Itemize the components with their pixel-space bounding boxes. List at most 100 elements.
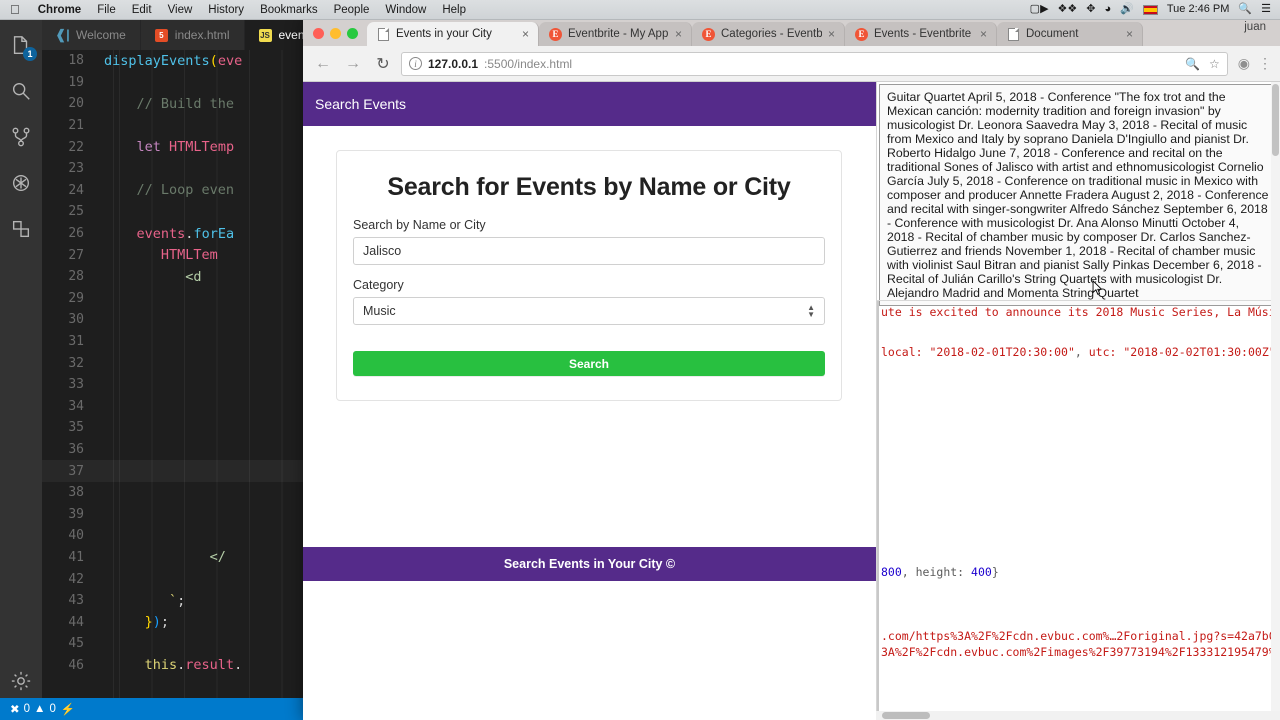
search-button[interactable]: Search bbox=[353, 351, 825, 376]
bookmark-star-icon[interactable]: ☆ bbox=[1209, 57, 1220, 71]
close-tab-icon[interactable]: × bbox=[675, 28, 682, 40]
line-number: 33 bbox=[68, 377, 84, 393]
forward-button[interactable]: → bbox=[341, 52, 365, 76]
chrome-tab-events-eventbrite-developer[interactable]: E Events - Eventbrite Developer × bbox=[845, 22, 997, 46]
url-path: :5500/index.html bbox=[484, 56, 573, 71]
screen-recording-icon[interactable]: ▢▶ bbox=[1030, 4, 1049, 15]
line-content: this.result. bbox=[144, 657, 243, 674]
close-tab-icon[interactable]: × bbox=[980, 28, 987, 40]
chrome-tab-label: Events - Eventbrite Developer bbox=[874, 28, 974, 40]
console-line: 800, height: 400} bbox=[881, 565, 999, 579]
close-window-button[interactable] bbox=[313, 28, 324, 39]
minimize-window-button[interactable] bbox=[330, 28, 341, 39]
line-content: </ bbox=[209, 549, 226, 566]
back-button[interactable]: ← bbox=[311, 52, 335, 76]
menu-item-view[interactable]: View bbox=[160, 4, 201, 16]
volume-icon[interactable]: 🔊 bbox=[1120, 4, 1134, 15]
line-number: 30 bbox=[68, 312, 84, 328]
url-host: 127.0.0.1 bbox=[428, 56, 479, 71]
eventbrite-icon: E bbox=[855, 27, 868, 41]
close-tab-icon[interactable]: × bbox=[522, 28, 529, 40]
dropbox-icon[interactable]: ❖❖ bbox=[1058, 4, 1078, 15]
console-line: .com/https%3A%2F%2Fcdn.evbuc.com%…2Forig… bbox=[881, 629, 1280, 643]
menu-item-window[interactable]: Window bbox=[377, 4, 434, 16]
notification-center-icon[interactable]: ☰ bbox=[1261, 4, 1271, 15]
chrome-tab-events-in-your-city[interactable]: Events in your City × bbox=[367, 22, 539, 46]
chrome-toolbar: ← → ↻ i 127.0.0.1:5500/index.html 🔍 ☆ ◉ … bbox=[303, 46, 1280, 82]
spanish-flag-icon[interactable] bbox=[1142, 4, 1158, 15]
line-content: let HTMLTemp bbox=[136, 139, 235, 156]
debug-icon[interactable] bbox=[8, 170, 34, 196]
vscode-tab-welcome[interactable]: ❰| Welcome bbox=[42, 20, 141, 50]
chrome-tab-document[interactable]: Document × bbox=[997, 22, 1143, 46]
line-content: `; bbox=[169, 592, 186, 609]
line-content: displayEvents(eve bbox=[104, 52, 243, 69]
search-icon[interactable] bbox=[8, 78, 34, 104]
line-number: 29 bbox=[68, 290, 84, 306]
close-tab-icon[interactable]: × bbox=[828, 28, 835, 40]
clock-time[interactable]: Tue 2:46 PM bbox=[1167, 4, 1230, 15]
close-tab-icon[interactable]: × bbox=[1126, 28, 1133, 40]
bluetooth-icon[interactable]: ✥ bbox=[1086, 4, 1095, 15]
problems-indicator[interactable]: ✖ 0 ▲ 0 bbox=[10, 702, 56, 716]
zoom-in-icon[interactable]: 🔍 bbox=[1185, 57, 1200, 71]
extension-icon[interactable]: ◉ bbox=[1238, 55, 1250, 72]
chrome-tab-label: Categories - Eventbrite Develo bbox=[721, 28, 822, 40]
wifi-icon[interactable]: ◕ bbox=[1104, 4, 1111, 15]
vertical-scrollbar[interactable] bbox=[1271, 82, 1280, 720]
console-line: 3A%2F%2Fcdn.evbuc.com%2Fimages%2F3977319… bbox=[881, 645, 1280, 659]
spotlight-search-icon[interactable]: 🔍 bbox=[1238, 4, 1252, 15]
scrollbar-thumb-horizontal[interactable] bbox=[882, 712, 930, 719]
category-select-wrapper: MusicBusiness & ProfessionalFood & Drink… bbox=[353, 297, 825, 325]
vscode-activity-bar: 1 bbox=[0, 20, 42, 720]
settings-gear-icon[interactable] bbox=[8, 668, 34, 694]
line-number: 22 bbox=[68, 139, 84, 155]
page-info-icon[interactable]: i bbox=[409, 57, 422, 70]
maximize-window-button[interactable] bbox=[347, 28, 358, 39]
menu-item-bookmarks[interactable]: Bookmarks bbox=[252, 4, 326, 16]
menu-item-edit[interactable]: Edit bbox=[124, 4, 160, 16]
address-bar[interactable]: i 127.0.0.1 :5500/index.html 🔍 ☆ bbox=[401, 51, 1228, 76]
source-control-icon[interactable] bbox=[8, 124, 34, 150]
console-output[interactable]: ute is excited to announce its 2018 Musi… bbox=[877, 300, 1280, 720]
line-number: 27 bbox=[68, 247, 84, 263]
page-title: Search for Events by Name or City bbox=[387, 173, 791, 201]
apple-logo-icon[interactable]:  bbox=[0, 3, 30, 16]
menu-item-help[interactable]: Help bbox=[434, 4, 474, 16]
menu-item-history[interactable]: History bbox=[200, 4, 252, 16]
document-icon bbox=[377, 27, 390, 41]
menu-item-people[interactable]: People bbox=[326, 4, 378, 16]
line-content: }); bbox=[144, 614, 170, 631]
line-number: 28 bbox=[68, 269, 84, 285]
scrollbar-thumb[interactable] bbox=[1272, 84, 1279, 156]
line-number: 19 bbox=[68, 74, 84, 90]
line-number: 21 bbox=[68, 118, 84, 134]
line-number: 20 bbox=[68, 96, 84, 112]
line-number: 32 bbox=[68, 355, 84, 371]
vscode-tab-index-html[interactable]: 5 index.html bbox=[140, 20, 245, 50]
chrome-tab-categories-eventbrite-developer[interactable]: E Categories - Eventbrite Develo × bbox=[692, 22, 845, 46]
line-number: 25 bbox=[68, 204, 84, 220]
line-number: 23 bbox=[68, 161, 84, 177]
chrome-tab-eventbrite-my-applications[interactable]: E Eventbrite - My Applications × bbox=[539, 22, 692, 46]
reload-button[interactable]: ↻ bbox=[371, 52, 395, 76]
search-input[interactable] bbox=[353, 237, 825, 265]
line-number: 43 bbox=[68, 593, 84, 609]
extensions-icon[interactable] bbox=[8, 216, 34, 242]
vscode-logo-icon: ❰| bbox=[55, 27, 70, 42]
chrome-menu-icon[interactable]: ⋮ bbox=[1258, 55, 1272, 72]
lightning-bolt-icon[interactable]: ⚡ bbox=[61, 702, 75, 716]
javascript-file-icon: JS bbox=[258, 28, 272, 42]
menu-item-file[interactable]: File bbox=[89, 4, 124, 16]
explorer-icon[interactable]: 1 bbox=[8, 32, 37, 61]
menu-item-chrome[interactable]: Chrome bbox=[30, 4, 89, 16]
eventbrite-icon: E bbox=[549, 27, 562, 41]
chrome-tab-label: Document bbox=[1026, 28, 1079, 40]
search-card: Search for Events by Name or City Search… bbox=[336, 150, 842, 401]
chrome-profile-name[interactable]: juan bbox=[1244, 21, 1266, 33]
horizontal-scrollbar[interactable] bbox=[876, 711, 1280, 720]
warning-count: 0 bbox=[49, 703, 56, 715]
line-number: 24 bbox=[68, 182, 84, 198]
category-select[interactable]: MusicBusiness & ProfessionalFood & Drink… bbox=[353, 297, 825, 325]
line-number: 36 bbox=[68, 441, 84, 457]
